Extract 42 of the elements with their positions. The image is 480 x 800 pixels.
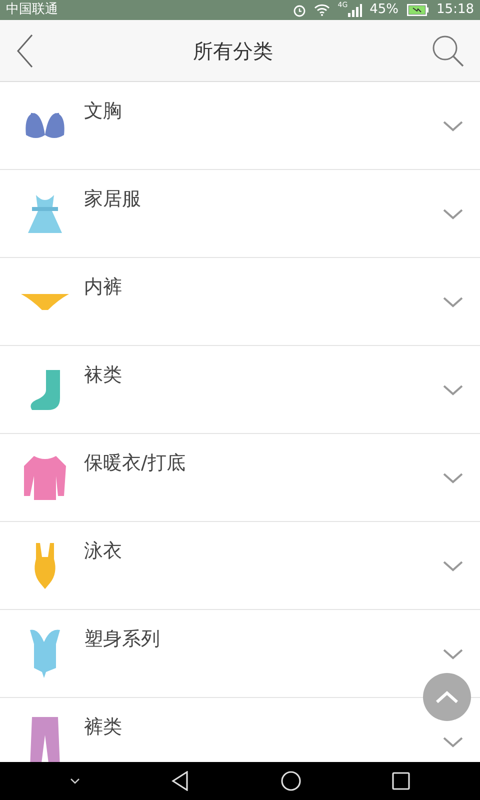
chevron-down-icon[interactable] (442, 560, 464, 572)
trousers-icon (29, 716, 61, 762)
category-name: 袜类 (84, 363, 123, 388)
battery-percent: 45% (370, 1, 399, 20)
chevron-down-icon[interactable] (442, 648, 464, 660)
sweater-icon (23, 454, 67, 500)
chevron-down-icon[interactable] (442, 384, 464, 396)
wifi-icon (314, 4, 330, 16)
category-name: 家居服 (84, 187, 142, 212)
chevron-down-icon[interactable] (442, 472, 464, 484)
nightdress-icon (27, 194, 63, 234)
category-row[interactable]: 内裤 (0, 258, 480, 346)
chevron-up-icon (435, 690, 459, 704)
clock: 15:18 (436, 1, 474, 20)
chevron-down-icon[interactable] (442, 208, 464, 220)
scroll-top-button[interactable] (423, 673, 471, 721)
category-name: 泳衣 (84, 539, 123, 564)
category-row[interactable]: 文胸 (0, 82, 480, 170)
recents-icon[interactable] (392, 772, 410, 790)
chevron-down-icon[interactable] (442, 296, 464, 308)
corset-icon (29, 628, 61, 679)
signal-icon (348, 4, 362, 16)
search-icon[interactable] (432, 34, 464, 66)
category-row[interactable]: 保暖衣/打底 (0, 434, 480, 522)
sock-icon (29, 368, 61, 410)
hide-keyboard-icon[interactable] (70, 778, 80, 784)
battery-icon (406, 4, 429, 16)
alarm-icon (292, 4, 306, 16)
category-row[interactable]: 泳衣 (0, 522, 480, 610)
home-icon[interactable] (280, 771, 301, 791)
panties-icon (20, 292, 70, 310)
category-name: 内裤 (84, 275, 123, 300)
category-name: 塑身系列 (84, 627, 161, 652)
page-title: 所有分类 (193, 38, 273, 64)
category-name: 文胸 (84, 99, 123, 124)
chevron-down-icon[interactable] (442, 736, 464, 748)
category-row[interactable]: 家居服 (0, 170, 480, 258)
category-row[interactable]: 袜类 (0, 346, 480, 434)
category-name: 裤类 (84, 715, 123, 740)
chevron-down-icon[interactable] (442, 120, 464, 132)
category-name: 保暖衣/打底 (84, 451, 186, 476)
carrier-name: 中国联通 (6, 1, 58, 20)
